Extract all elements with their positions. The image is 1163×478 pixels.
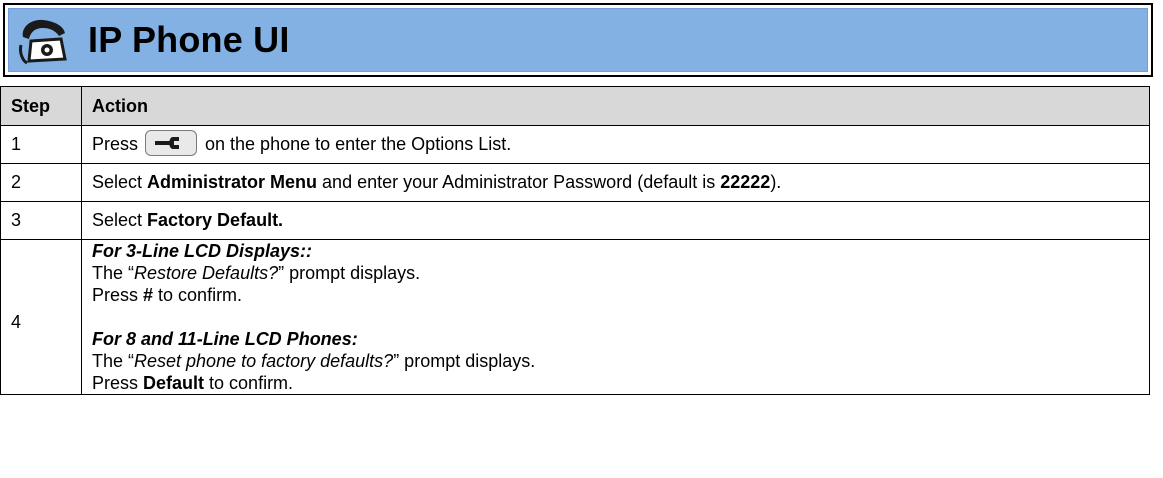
menu-name: Administrator Menu — [147, 172, 318, 192]
step-action: Select Factory Default. — [81, 201, 1150, 240]
action-text: Select — [92, 172, 148, 192]
action-text: ). — [770, 172, 782, 192]
action-text: Press — [92, 133, 139, 154]
action-text: on the phone to enter the Options List. — [205, 133, 512, 154]
step-action: For 3-Line LCD Displays:: The “Restore D… — [81, 239, 1150, 395]
step-action: Select Administrator Menu and enter your… — [81, 163, 1150, 202]
option-name: Factory Default. — [147, 210, 284, 230]
instruction-line: The “Reset phone to factory defaults?” p… — [92, 351, 536, 371]
table-row: 1 Press on the phone to enter the Options… — [0, 125, 1150, 164]
step-number: 1 — [0, 125, 82, 164]
column-header-action: Action — [81, 86, 1150, 126]
table-header-row: Step Action — [0, 86, 1150, 126]
instruction-line: Press # to confirm. — [92, 285, 243, 305]
step-action: Press on the phone to enter the Options L… — [81, 125, 1150, 164]
page-title: IP Phone UI — [88, 19, 290, 60]
table-row: 3 Select Factory Default. — [0, 201, 1150, 240]
subheading-8-11-line: For 8 and 11-Line LCD Phones: — [92, 329, 358, 349]
step-number: 3 — [0, 201, 82, 240]
phone-icon — [19, 19, 67, 65]
subheading-3-line: For 3-Line LCD Displays:: — [92, 241, 313, 261]
table-row: 2 Select Administrator Menu and enter yo… — [0, 163, 1150, 202]
steps-table: Step Action 1 Press on the phone to enter… — [0, 86, 1150, 395]
column-header-step: Step — [0, 86, 82, 126]
options-key-icon — [145, 129, 198, 156]
action-text: Select — [92, 210, 148, 230]
step-number: 4 — [0, 239, 82, 395]
instruction-line: Press Default to confirm. — [92, 373, 294, 393]
step-number: 2 — [0, 163, 82, 202]
action-text: and enter your Administrator Password (d… — [317, 172, 721, 192]
table-row: 4 For 3-Line LCD Displays:: The “Restore… — [0, 239, 1150, 395]
banner-background: IP Phone UI — [8, 8, 1148, 72]
instruction-line: The “Restore Defaults?” prompt displays. — [92, 263, 421, 283]
default-password: 22222 — [720, 172, 771, 192]
section-banner: IP Phone UI — [3, 3, 1153, 77]
